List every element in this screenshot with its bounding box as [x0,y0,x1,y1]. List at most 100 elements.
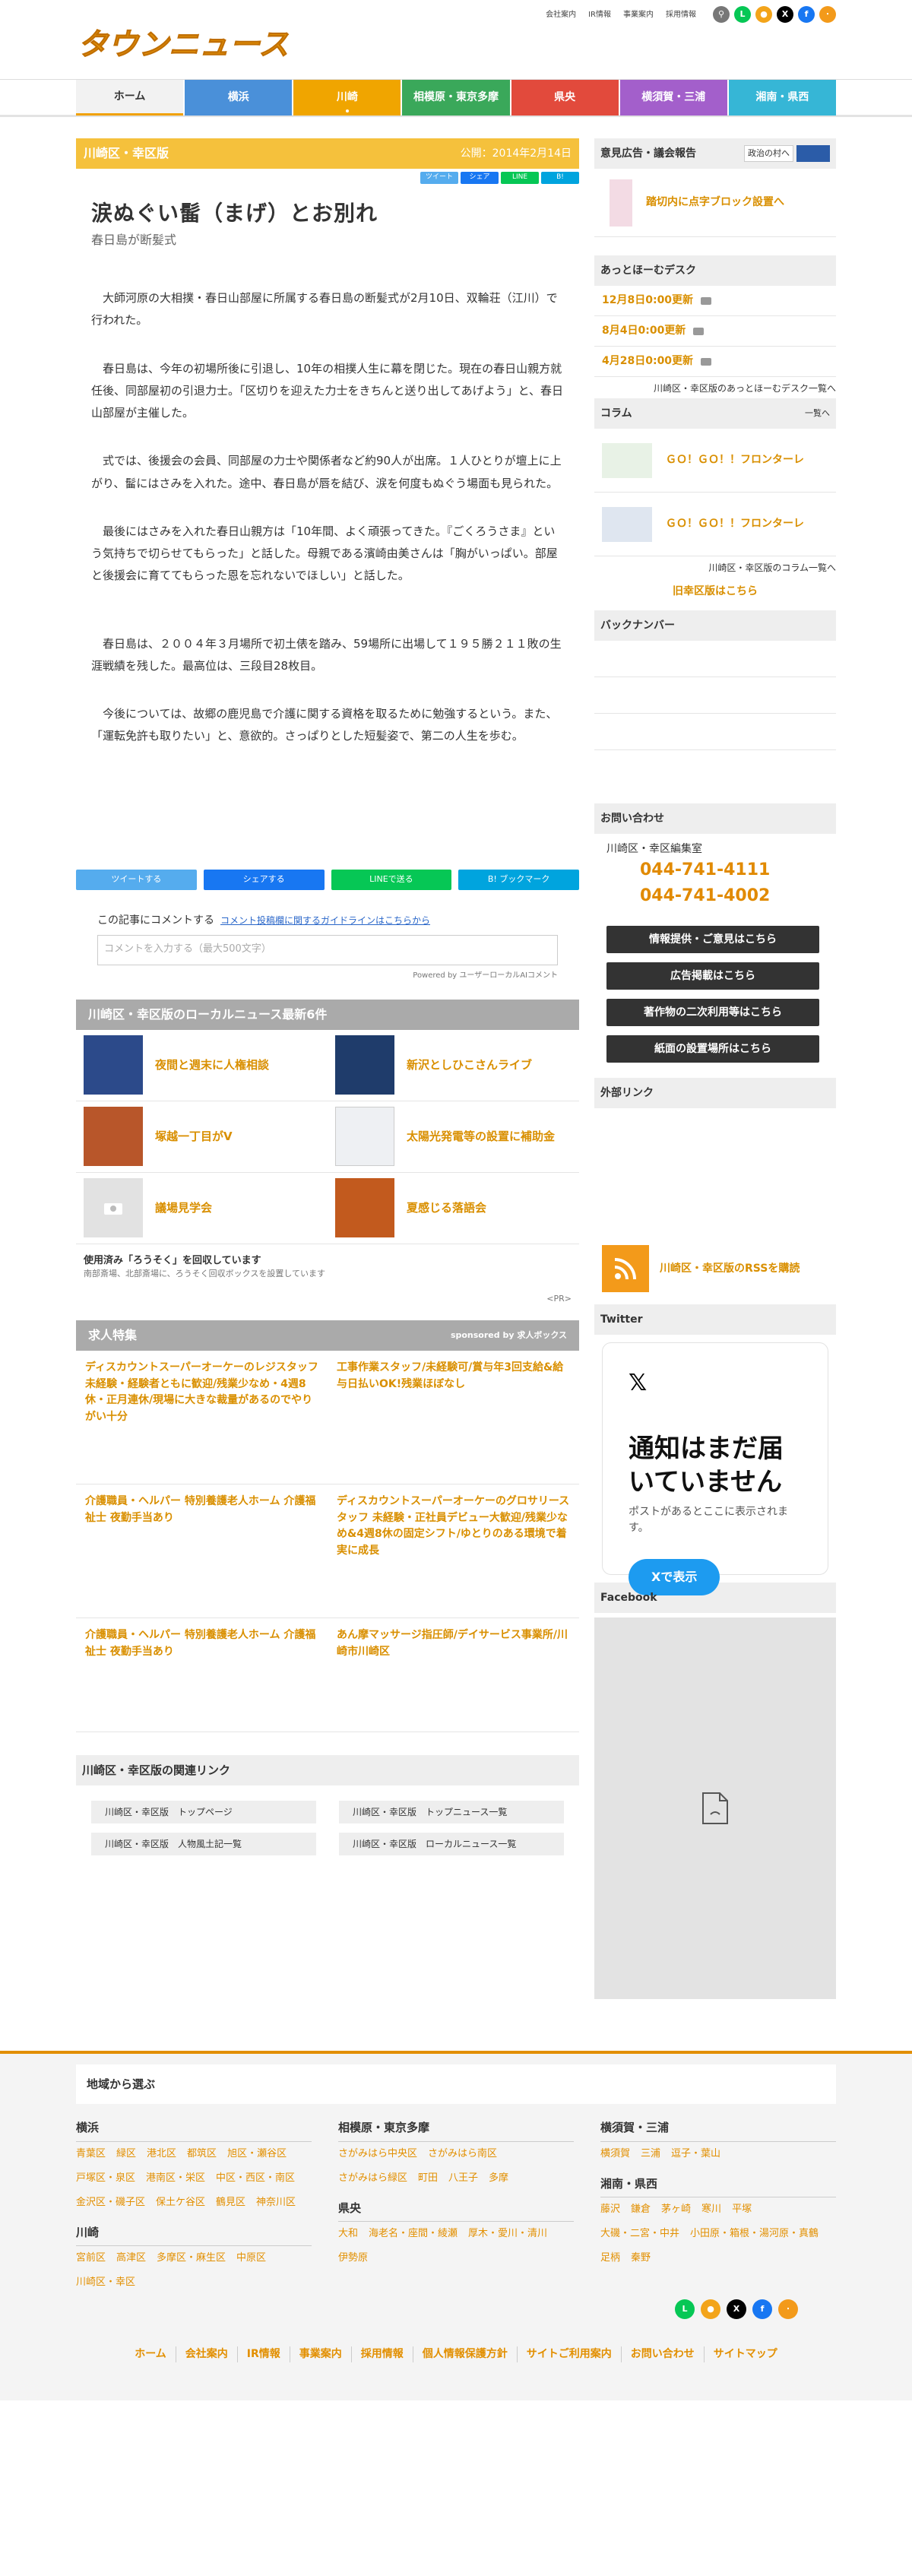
job-item[interactable]: あん摩マッサージ指圧師/デイサービス事業所/川崎市川崎区 [328,1618,579,1732]
aphome-item[interactable]: 12月8日0:00更新 [594,286,836,316]
footer-nav-link[interactable]: 会社案内 [175,2346,237,2363]
region-area-link[interactable]: 藤沢 [600,2197,620,2222]
header-link-business[interactable]: 事業案内 [623,9,655,21]
job-item[interactable]: 工事作業スタッフ/未経験可/賞与年3回支給&給与日払いOK!残業ほぼなし [328,1351,579,1484]
facebook-icon[interactable]: f [798,6,815,23]
region-area-link[interactable]: 寒川 [701,2197,721,2222]
region-area-link[interactable]: 八王子 [448,2166,478,2191]
nav-tab-yokohama[interactable]: 横浜 [185,80,293,116]
related-link[interactable]: 川崎区・幸区版 ローカルニュース一覧 [339,1833,564,1855]
rss-subscribe[interactable]: 川崎区・幸区版のRSSを購読 [594,1237,836,1300]
region-area-link[interactable]: 緑区 [116,2142,136,2166]
contact-tel[interactable]: 044-741-4111 [606,857,824,883]
footer-nav-link[interactable]: サイトマップ [703,2346,787,2363]
region-area-link[interactable]: 中区・西区・南区 [216,2166,295,2191]
related-link[interactable]: 川崎区・幸区版 人物風土記一覧 [91,1833,316,1855]
x-icon[interactable]: X [727,2299,746,2320]
header-link-company[interactable]: 会社案内 [546,9,578,21]
region-area-link[interactable]: 青葉区 [76,2142,106,2166]
region-area-link[interactable]: 茅ヶ崎 [661,2197,691,2222]
region-area-link[interactable]: さがみはら南区 [428,2142,497,2166]
job-item[interactable]: ディスカウントスーパーオーケーのグロサリースタッフ 未経験・正社員デビュー大歓迎… [328,1484,579,1618]
related-link[interactable]: 川崎区・幸区版 トップニュース一覧 [339,1801,564,1823]
header-link-recruit[interactable]: 採用情報 [666,9,698,21]
footer-nav-link[interactable]: ホーム [125,2346,176,2362]
news-item[interactable]: 夏感じる落語会 [328,1173,579,1244]
footer-nav-link[interactable]: 個人情報保護方針 [412,2346,517,2363]
column-item[interactable]: ＧＯ！ＧＯ！！フロンターレ [594,493,836,556]
region-area-link[interactable]: 高津区 [116,2246,146,2270]
line-small-button[interactable]: LINE [501,172,539,184]
region-area-link[interactable]: 小田原・箱根・湯河原・真鶴 [690,2222,819,2246]
region-area-link[interactable]: 川崎区・幸区 [76,2270,135,2295]
line-icon[interactable]: L [734,6,751,23]
distribution-button[interactable]: 紙面の設置場所はこちら [606,1035,819,1063]
related-link[interactable]: 川崎区・幸区版 トップページ [91,1801,316,1823]
news-item[interactable]: 議場見学会 [76,1173,328,1244]
news-item[interactable]: 太陽光発電等の設置に補助金 [328,1101,579,1173]
footer-nav-link[interactable]: 採用情報 [350,2346,413,2363]
aphome-item[interactable]: 8月4日0:00更新 [594,316,836,347]
footer-nav-link[interactable]: サイトご利用案内 [516,2346,621,2363]
region-area-link[interactable]: 逗子・葉山 [671,2142,720,2166]
nav-tab-shonan[interactable]: 湘南・県西 [728,80,836,116]
footer-nav-link[interactable]: 事業案内 [289,2346,351,2363]
line-icon[interactable]: L [675,2299,695,2320]
facebook-icon[interactable]: f [752,2299,772,2320]
job-item[interactable]: 介護職員・ヘルパー 特別養護老人ホーム 介護福祉士 夜勤手当あり [76,1484,328,1618]
opinion-item[interactable]: 踏切内に点字ブロック設置へ [594,169,836,237]
info-submit-button[interactable]: 情報提供・ご意見はこちら [606,926,819,954]
chat-icon[interactable]: ● [755,6,772,23]
rss-icon[interactable]: ⋅ [819,6,836,23]
nav-tab-yokosuka[interactable]: 横須賀・三浦 [619,80,727,116]
comment-guideline-link[interactable]: コメント投稿欄に関するガイドラインはこちらから [220,915,430,926]
region-area-link[interactable]: 保土ケ谷区 [156,2191,205,2215]
news-item[interactable]: 夜間と週末に人権相談 [76,1030,328,1101]
advertise-button[interactable]: 広告掲載はこちら [606,962,819,990]
region-area-link[interactable]: 大和 [338,2222,358,2246]
nav-tab-home[interactable]: ホーム [76,80,184,116]
region-area-link[interactable]: 都筑区 [187,2142,217,2166]
search-icon[interactable]: ⚲ [713,6,730,23]
tweet-button[interactable]: ツイートする [76,869,197,890]
news-item[interactable]: 新沢としひこさんライブ [328,1030,579,1101]
aphome-more-link[interactable]: 川崎区・幸区版のあっとほーむデスク一覧へ [594,377,836,398]
region-area-link[interactable]: 宮前区 [76,2246,106,2270]
region-area-link[interactable]: 鶴見区 [216,2191,245,2215]
region-area-link[interactable]: 海老名・座間・綾瀬 [369,2222,458,2246]
region-area-link[interactable]: 港北区 [147,2142,176,2166]
job-item[interactable]: 介護職員・ヘルパー 特別養護老人ホーム 介護福祉士 夜勤手当あり [76,1618,328,1732]
region-area-link[interactable]: さがみはら緑区 [338,2166,407,2191]
comment-input[interactable]: コメントを入力する（最大500文字） [97,934,558,965]
region-area-link[interactable]: 多摩区・麻生区 [157,2246,226,2270]
hatena-bookmark-button[interactable]: B! ブックマーク [458,869,579,890]
nav-tab-sagamihara[interactable]: 相模原・東京多摩 [402,80,510,116]
region-area-link[interactable]: 多摩 [489,2166,508,2191]
region-area-link[interactable]: 厚木・愛川・清川 [468,2222,547,2246]
hatena-small-button[interactable]: B! [541,172,579,184]
news-item[interactable]: 塚越一丁目がV [76,1101,328,1173]
x-icon[interactable]: X [777,6,793,23]
line-share-button[interactable]: LINEで送る [331,869,452,890]
contact-tel[interactable]: 044-741-4002 [606,883,824,909]
footer-nav-link[interactable]: IR情報 [236,2346,290,2363]
share-small-button[interactable]: シェア [461,172,499,184]
region-area-link[interactable]: 町田 [418,2166,438,2191]
column-list-link[interactable]: 一覧へ [805,407,830,420]
region-area-link[interactable]: 旭区・瀬谷区 [227,2142,287,2166]
nav-tab-kawasaki[interactable]: 川崎 [293,80,401,116]
region-area-link[interactable]: 鎌倉 [631,2197,651,2222]
region-area-link[interactable]: さがみはら中央区 [338,2142,417,2166]
region-area-link[interactable]: 大磯・二宮・中井 [600,2222,679,2246]
region-area-link[interactable]: 神奈川区 [256,2191,296,2215]
region-area-link[interactable]: 三浦 [641,2142,660,2166]
region-area-link[interactable]: 平塚 [732,2197,752,2222]
nav-tab-kenou[interactable]: 県央 [511,80,619,116]
region-area-link[interactable]: 中原区 [236,2246,266,2270]
region-area-link[interactable]: 港南区・栄区 [146,2166,205,2191]
job-item[interactable]: ディスカウントスーパーオーケーのレジスタッフ 未経験・経験者ともに歓迎/残業少な… [76,1351,328,1484]
column-item[interactable]: ＧＯ！ＧＯ！！フロンターレ [594,429,836,493]
aphome-item[interactable]: 4月28日0:00更新 [594,347,836,377]
header-link-ir[interactable]: IR情報 [588,9,613,21]
opinion-badge[interactable]: 政治の村へ [744,144,793,163]
